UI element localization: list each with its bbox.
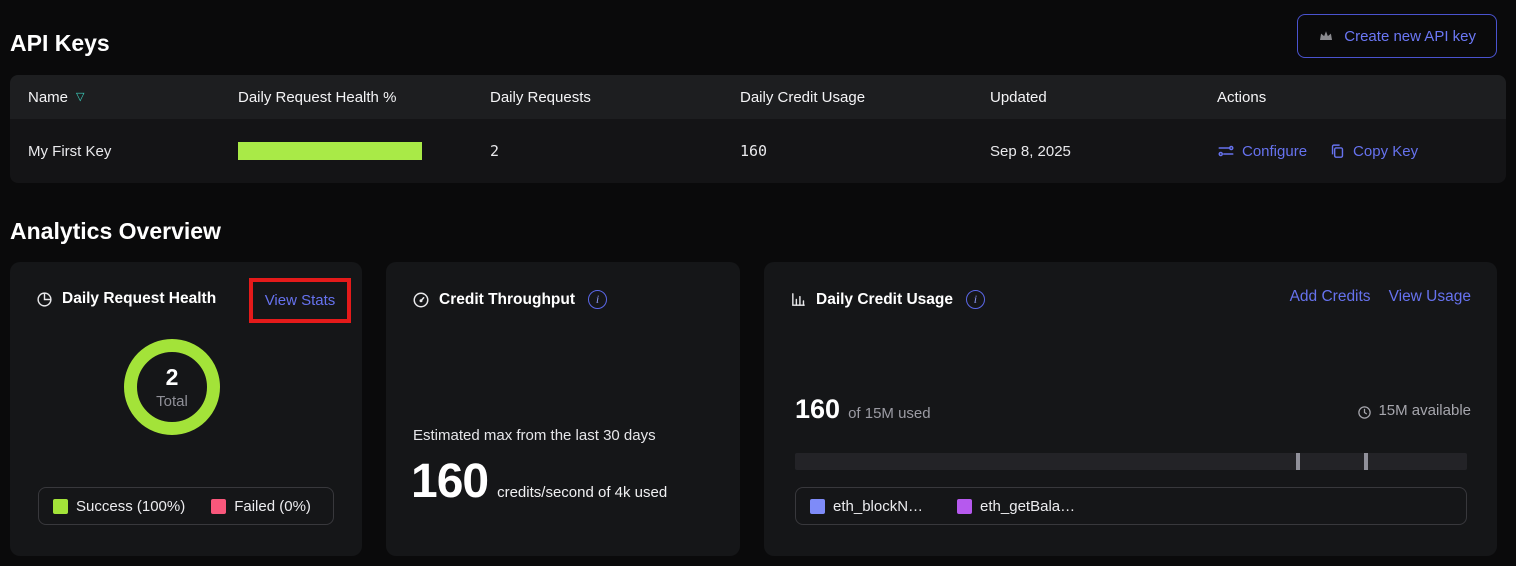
usage-bar-marker (1364, 453, 1368, 470)
donut-total-value: 2 (166, 364, 179, 391)
health-legend: Success (100%) Failed (0%) (38, 487, 334, 525)
success-swatch (53, 499, 68, 514)
health-bar (238, 142, 422, 160)
legend-item-success: Success (100%) (53, 498, 185, 515)
available-label-wrap: 15M available (1357, 402, 1471, 419)
annotation-highlight-box: View Stats (249, 278, 351, 323)
used-suffix: of 15M used (848, 405, 931, 422)
card1-header: Daily Request Health (36, 290, 216, 308)
card2-title: Credit Throughput (439, 291, 575, 309)
configure-link[interactable]: Configure (1217, 142, 1307, 160)
daily-requests-cell: 2 (490, 142, 740, 160)
column-header-daily-credit-usage: Daily Credit Usage (740, 89, 990, 106)
throughput-subtitle: Estimated max from the last 30 days (413, 427, 656, 444)
analytics-heading: Analytics Overview (10, 218, 221, 245)
eth-getbalance-swatch (957, 499, 972, 514)
table-header-row: Name ▽ Daily Request Health % Daily Requ… (10, 75, 1506, 119)
health-bar-cell (238, 142, 490, 160)
info-icon[interactable]: i (588, 290, 607, 309)
legend-item-eth-blocknumber: eth_blockN… (810, 498, 923, 515)
copy-key-link[interactable]: Copy Key (1329, 143, 1418, 160)
add-credits-link[interactable]: Add Credits (1290, 288, 1371, 306)
actions-cell: Configure Copy Key (1217, 142, 1488, 160)
updated-cell: Sep 8, 2025 (990, 143, 1217, 160)
card1-title: Daily Request Health (62, 290, 216, 308)
table-row: My First Key 2 160 Sep 8, 2025 Configure… (10, 119, 1506, 183)
eth-blocknumber-swatch (810, 499, 825, 514)
card-daily-request-health: Daily Request Health View Stats 2 Total … (10, 262, 362, 556)
card-credit-throughput: Credit Throughput i Estimated max from t… (386, 262, 740, 556)
view-stats-link[interactable]: View Stats (265, 292, 336, 309)
daily-credit-usage-cell: 160 (740, 142, 990, 160)
throughput-value-row: 160 credits/second of 4k used (411, 454, 667, 509)
dashboard-root: API Keys Create new API key Name ▽ Daily… (0, 0, 1516, 566)
card3-title: Daily Credit Usage (816, 291, 953, 309)
card3-links: Add Credits View Usage (1290, 288, 1471, 306)
create-api-key-button[interactable]: Create new API key (1297, 14, 1497, 58)
card3-header: Daily Credit Usage i (790, 290, 985, 309)
donut-total-label: Total (156, 393, 188, 410)
crown-icon (1318, 28, 1334, 44)
usage-bar-marker (1296, 453, 1300, 470)
request-health-donut-chart: 2 Total (124, 339, 220, 435)
usage-legend: eth_blockN… eth_getBala… (795, 487, 1467, 525)
view-usage-link[interactable]: View Usage (1389, 288, 1471, 306)
legend-item-eth-getbalance: eth_getBala… (957, 498, 1075, 515)
create-api-key-label: Create new API key (1344, 28, 1476, 45)
card-daily-credit-usage: Daily Credit Usage i Add Credits View Us… (764, 262, 1497, 556)
sort-chevron-icon: ▽ (76, 92, 84, 103)
throughput-value: 160 (411, 454, 488, 509)
key-name-cell: My First Key (28, 143, 238, 160)
available-label: 15M available (1378, 402, 1471, 419)
used-value: 160 (795, 394, 840, 425)
column-header-daily-requests: Daily Requests (490, 89, 740, 106)
column-header-health: Daily Request Health % (238, 89, 490, 106)
column-header-name[interactable]: Name ▽ (28, 89, 238, 106)
legend-item-failed: Failed (0%) (211, 498, 311, 515)
column-header-actions: Actions (1217, 89, 1488, 106)
clock-icon (1357, 405, 1372, 420)
card2-header: Credit Throughput i (412, 290, 607, 309)
page-title: API Keys (10, 30, 110, 57)
throughput-unit: credits/second of 4k used (497, 484, 667, 501)
failed-swatch (211, 499, 226, 514)
info-icon[interactable]: i (966, 290, 985, 309)
usage-progress-bar (795, 453, 1467, 470)
bar-chart-icon (790, 291, 807, 308)
gauge-icon (412, 291, 430, 309)
pie-chart-icon (36, 291, 53, 308)
api-keys-table: Name ▽ Daily Request Health % Daily Requ… (10, 75, 1506, 183)
usage-summary-row: 160 of 15M used 15M available (795, 394, 1471, 425)
sliders-icon (1217, 142, 1235, 160)
copy-icon (1329, 143, 1346, 160)
column-header-updated: Updated (990, 89, 1217, 106)
